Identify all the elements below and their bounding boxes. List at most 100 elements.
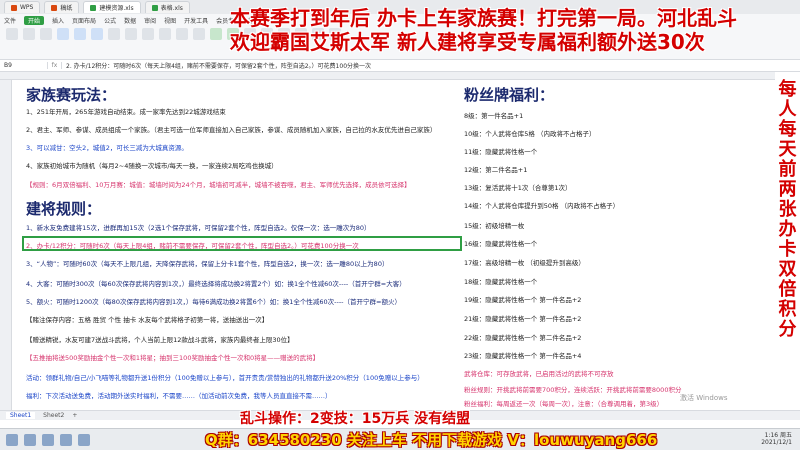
build-line: 1、新水友免费建将15次，进群再加15次（2选1个保存武将，可保留2套个性，阵型…: [26, 224, 371, 232]
folder-icon[interactable]: [60, 433, 72, 446]
build-line: 【五推抽将送500奖励抽金个性一次和1将星；抽到三100奖励抽金个性一次和0将星…: [26, 354, 320, 362]
border-icon[interactable]: [108, 28, 120, 40]
wps-icon: [11, 4, 17, 11]
fx-icon[interactable]: fx: [48, 62, 62, 69]
perk-line: 粉丝福利：每周返还一次（每周一次），注意：（合尊调用着，第3级）: [464, 400, 664, 408]
tab-label: 建模资源.xls: [99, 5, 134, 12]
vertical-banner-char: 天: [778, 139, 797, 160]
spreadsheet-app-icon[interactable]: [78, 433, 90, 446]
tab-label: 表格.xls: [160, 5, 183, 12]
perk-line: 17级：高级培精一枚 （初级提升到高级）: [464, 259, 585, 267]
copy-icon[interactable]: [40, 28, 52, 40]
vertical-banner-char: 每: [778, 119, 797, 140]
build-line: 4、大客：可随时300次（每60次保存武将内容到1次，）最终选择将成功换2将置2…: [26, 280, 406, 288]
merge-cells-icon[interactable]: [210, 28, 222, 40]
underline-icon[interactable]: [91, 28, 103, 40]
vertical-banner-char: 双: [778, 259, 797, 280]
perk-line: 22级：隐藏武将性格一个 第二件名品+2: [464, 334, 582, 342]
build-line: 福利：下次活动送免费，活动期外送实时福利，不需要……（加活动前次免费，我等人员直…: [26, 392, 332, 400]
tab-wps[interactable]: WPS: [4, 1, 41, 13]
perk-line: 18级：隐藏武将性格一个: [464, 278, 538, 286]
system-clock[interactable]: 1:16 周五 2021/12/1: [761, 432, 792, 446]
menu-formulas[interactable]: 公式: [104, 16, 116, 25]
vertical-banner-char: 每: [778, 79, 797, 100]
rule-line: 3、可以减甘：空头2，城值2，可长三减为大城真资源。: [26, 144, 188, 152]
cut-icon[interactable]: [23, 28, 35, 40]
heading-build-rules: 建将规则：: [26, 200, 102, 218]
menu-developer[interactable]: 开发工具: [184, 16, 208, 25]
menu-review[interactable]: 审阅: [144, 16, 156, 25]
perk-line: 14级：个人武将仓库提升到50格 （内政将不占格子）: [464, 202, 620, 210]
perk-line: 粉丝规则：开挑武将前需要700积分，连续活跃：开挑武将前需要8000积分: [464, 386, 682, 394]
column-headers[interactable]: [0, 72, 775, 80]
perk-line: 12级：第二件名品+1: [464, 166, 528, 174]
vertical-banner-char: 前: [778, 159, 797, 180]
sheet-tab-2[interactable]: Sheet2: [43, 412, 64, 419]
perk-line: 8级：第一件名品+1: [464, 112, 524, 120]
vertical-banner-char: 倍: [778, 279, 797, 300]
windows-activation-watermark: 激活 Windows: [680, 394, 728, 402]
add-sheet-button[interactable]: +: [72, 412, 77, 419]
heading-fan-perks: 粉丝牌福利：: [464, 86, 555, 104]
selected-cell-outline[interactable]: [22, 236, 462, 251]
perk-line: 11级：隐藏武将性格一个: [464, 148, 538, 156]
perk-line: 23级：隐藏武将性格一个 第一件名品+4: [464, 352, 582, 360]
browser-icon[interactable]: [42, 433, 54, 446]
vertical-banner-char: 卡: [778, 239, 797, 260]
doc-icon: [51, 4, 58, 11]
build-line: 【赌注保存内容：五格 胜贸 个性 抽卡 水友每个武将格子初第一将，送抽送出一次】: [26, 316, 269, 324]
perk-line: 武将仓库：可存放武将，已启用活过的武将不可存放: [464, 370, 614, 378]
rule-line: 1、251年开局，265年游戏自动结束。成一家率先达到22城游戏结束: [26, 108, 226, 116]
perk-line: 16级：隐藏武将性格一个: [464, 240, 538, 248]
align-right-icon[interactable]: [193, 28, 205, 40]
formula-input[interactable]: 2. 办卡/12积分：可随时6次（每天上限4组，赌前不需要保存，可保留2套个性，…: [62, 61, 371, 70]
tab-spreadsheet-other[interactable]: 表格.xls: [144, 1, 190, 13]
row-headers[interactable]: [0, 80, 12, 410]
sheet-tab-1[interactable]: Sheet1: [6, 412, 36, 419]
build-line: 【赠送精锐，水友可建7送战斗武将，个人当前上限12款战斗武将，家族内最终者上限3…: [26, 336, 294, 344]
paste-icon[interactable]: [6, 28, 18, 40]
vertical-banner-char: 分: [778, 319, 797, 340]
build-line: 活动：领群礼物/自己/小飞喵等礼物都升送1份积分（100免赠以上参与），首开责贵…: [26, 374, 424, 382]
tab-spreadsheet-main[interactable]: 建模资源.xls: [83, 1, 141, 13]
formula-bar: B9 fx 2. 办卡/12积分：可随时6次（每天上限4组，赌前不需要保存，可保…: [0, 60, 800, 72]
vertical-banner-char: 办: [778, 219, 797, 240]
menu-file[interactable]: 文件: [4, 16, 16, 25]
font-color-icon[interactable]: [142, 28, 154, 40]
start-icon[interactable]: [6, 433, 18, 446]
build-line: 5、额火：可随时1200次（每80次保存武将内容到1次，）每待6满成功换2将置6…: [26, 298, 401, 306]
build-line: 3、“人物”：可随时60次（每天不上限几组，天降保存武将，保留上分卡1套个性，阵…: [26, 260, 389, 268]
bold-icon[interactable]: [57, 28, 69, 40]
spreadsheet-icon: [90, 4, 97, 11]
tab-label: 稿纸: [60, 5, 73, 12]
menu-home[interactable]: 开始: [24, 16, 45, 25]
ribbon-menu: 文件 开始 插入 页面布局 公式 数据 审阅 视图 开发工具 会员专享 效率: [4, 16, 260, 25]
rule-line: 【规则：6月双倍福利、10万月赛：城值：城墙时间为24个月，城墙初可减半，城墙不…: [26, 181, 411, 189]
rule-line: 4、家族初始城市为随机（每月2~4随换一次城市/每天一换，一家连续2局吃鸡也换城…: [26, 162, 278, 170]
align-center-icon[interactable]: [176, 28, 188, 40]
vertical-banner-char: 张: [778, 199, 797, 220]
menu-insert[interactable]: 插入: [52, 16, 64, 25]
tab-docs[interactable]: 稿纸: [44, 1, 80, 13]
vertical-banner-char: 积: [778, 299, 797, 320]
menu-data[interactable]: 数据: [124, 16, 136, 25]
perk-line: 10级：个人武将仓库5格 （内政将不占格子）: [464, 130, 596, 138]
cell-reference-box[interactable]: B9: [0, 62, 48, 69]
align-left-icon[interactable]: [159, 28, 171, 40]
tab-label: WPS: [20, 4, 34, 11]
menu-view[interactable]: 视图: [164, 16, 176, 25]
perk-line: 19级：隐藏武将性格一个 第一件名品+2: [464, 296, 582, 304]
rule-line: 2、君主、军师、参谋、成员组成一个家族。（君主可选一位军师直接加入自己家族，参谋…: [26, 126, 437, 134]
spreadsheet-icon: [151, 4, 158, 11]
fill-color-icon[interactable]: [125, 28, 137, 40]
italic-icon[interactable]: [74, 28, 86, 40]
perk-line: 15级：初级培精一枚: [464, 222, 525, 230]
overlay-bottom-line1: 乱斗操作：2变技：15万兵 没有结盟: [240, 411, 471, 427]
vertical-banner-char: 人: [778, 99, 797, 120]
menu-page-layout[interactable]: 页面布局: [72, 16, 96, 25]
vertical-overlay-banner: 每人每天前两张办卡双倍积分: [775, 79, 800, 340]
sheet-grid[interactable]: 家族赛玩法： 1、251年开局，265年游戏自动结束。成一家率先达到22城游戏结…: [12, 80, 775, 410]
overlay-banner-line2: 欢迎霸国艾斯太军 新人建将享受专属福利额外送30次: [230, 30, 705, 54]
search-icon[interactable]: [24, 433, 36, 446]
clock-time: 1:16 周五: [764, 432, 792, 439]
